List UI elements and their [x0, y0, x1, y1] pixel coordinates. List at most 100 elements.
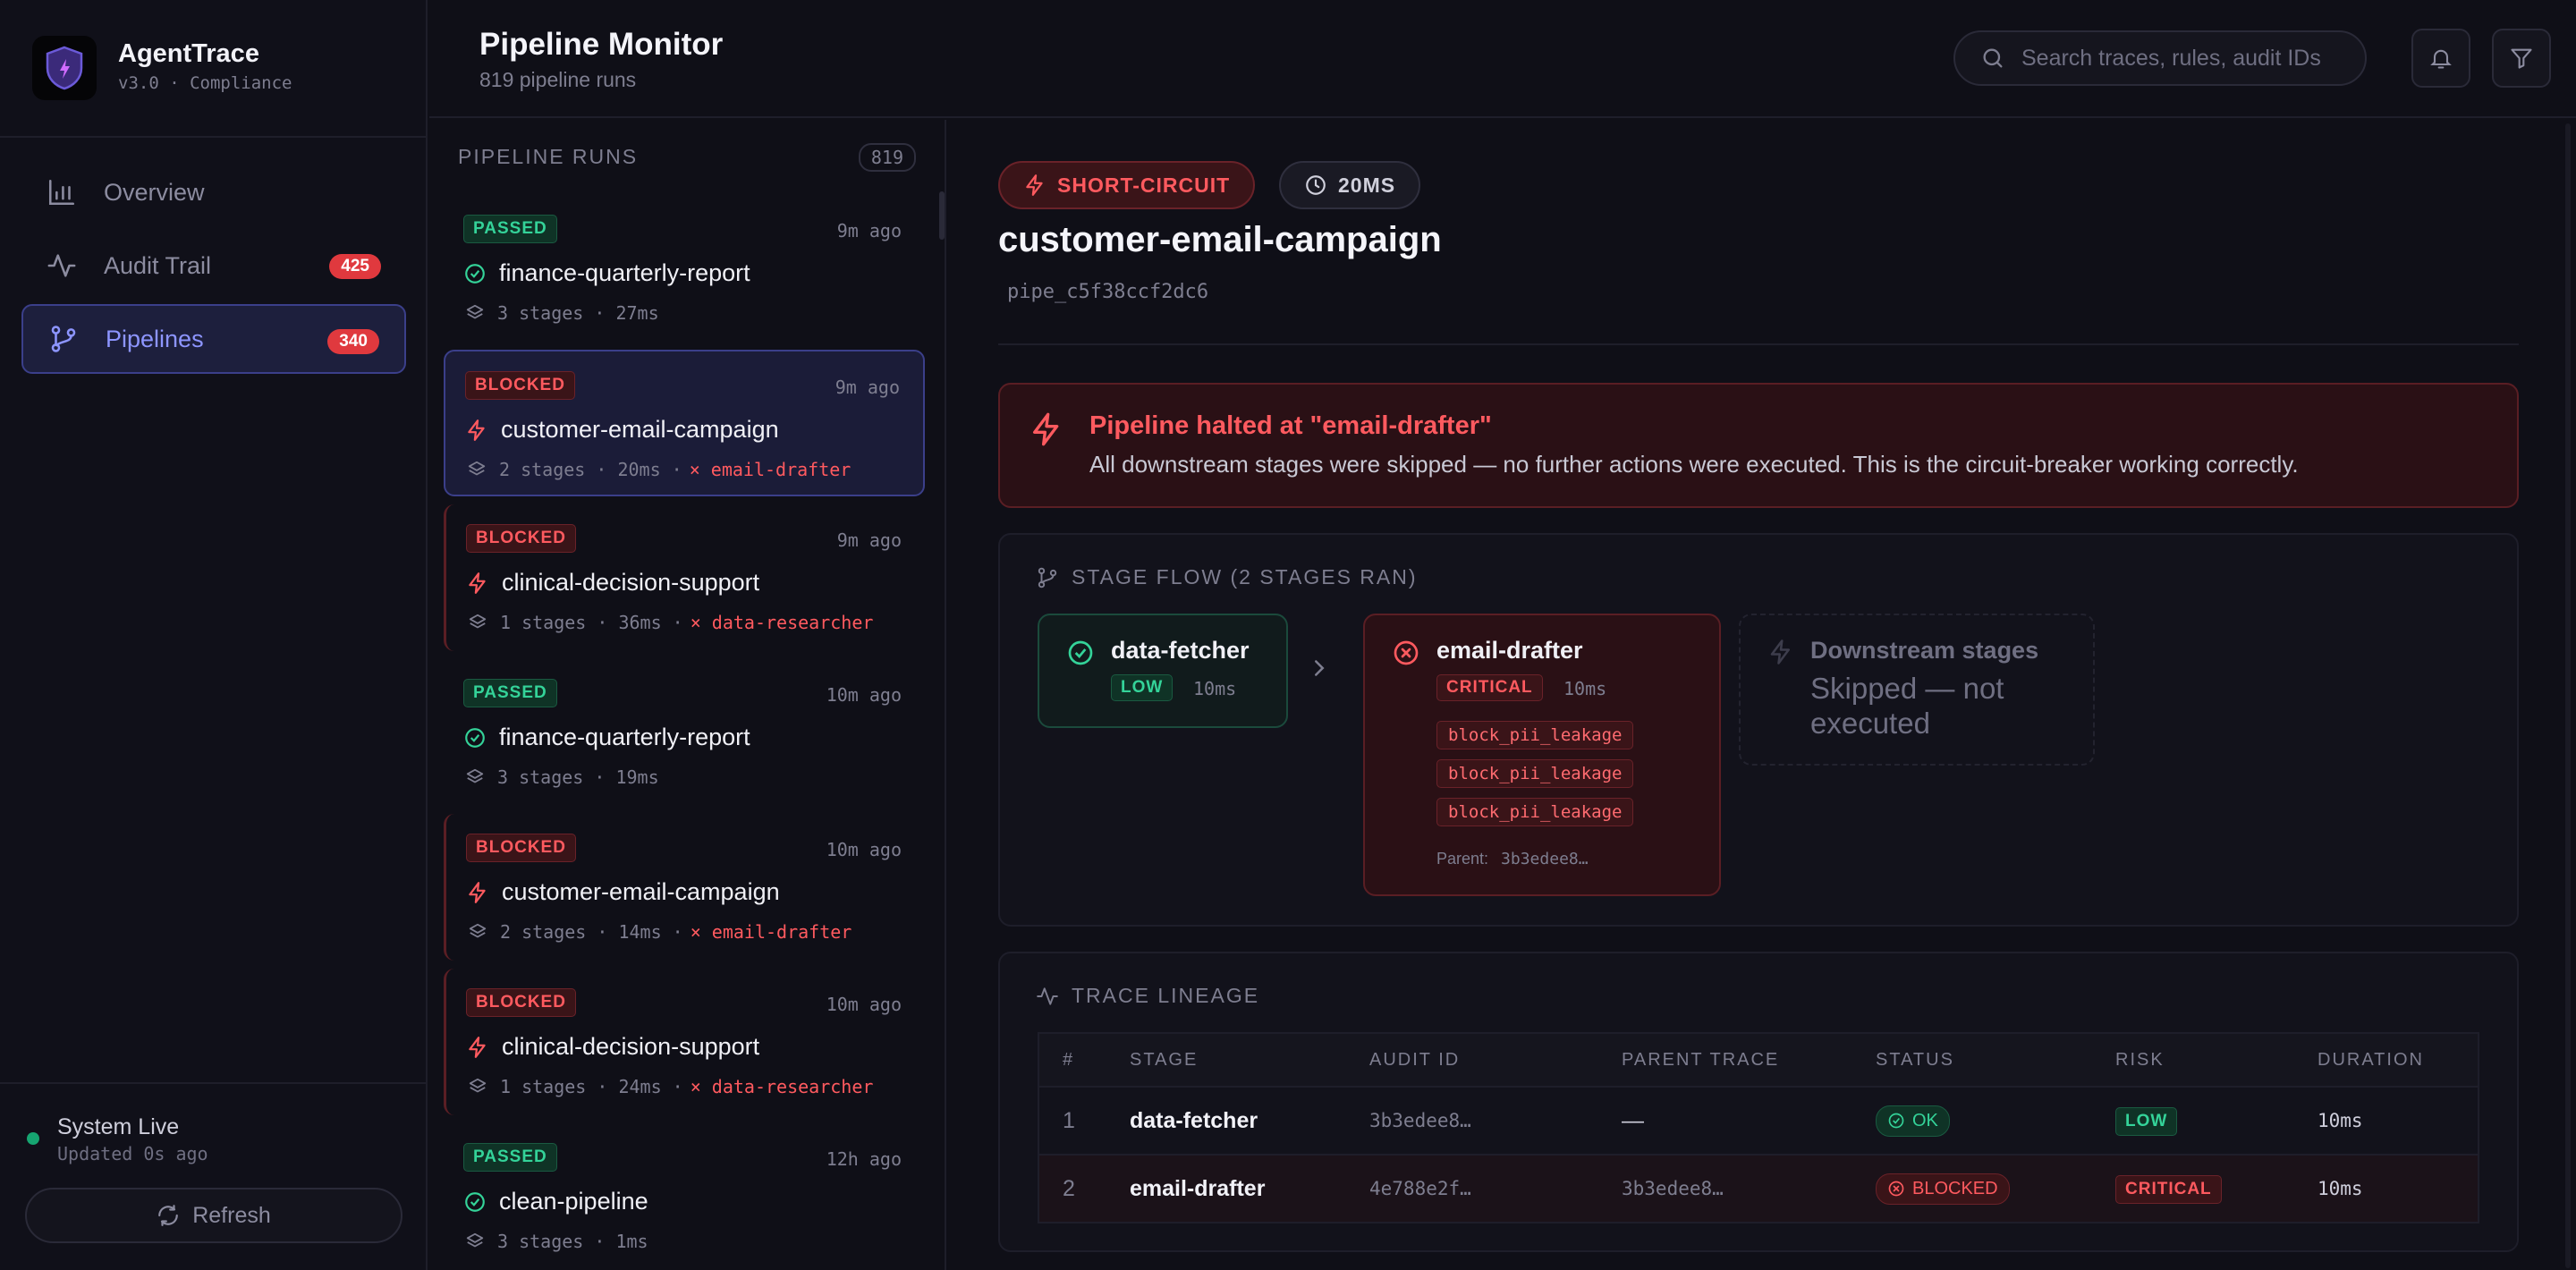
duration-badge: 20MS — [1279, 161, 1421, 209]
short-circuit-badge: SHORT-CIRCUIT — [998, 161, 1256, 209]
layers-icon — [469, 1078, 487, 1093]
column-header: DURATION — [2294, 1033, 2479, 1088]
clock-icon — [1306, 175, 1326, 195]
stage-name: email-drafter — [1436, 637, 1583, 664]
column-header: RISK — [2092, 1033, 2294, 1088]
layers-icon — [469, 614, 487, 629]
audit-trail-count-badge: 425 — [329, 254, 381, 279]
layers-icon — [469, 923, 487, 938]
row-risk: LOW — [2092, 1087, 2294, 1156]
sidebar-item-audit-trail[interactable]: Audit Trail 425 — [21, 231, 406, 301]
row-audit-id: 3b3edee8… — [1346, 1087, 1598, 1156]
status-badge: BLOCKED — [466, 988, 576, 1017]
failed-stage: × data-researcher — [690, 1076, 874, 1097]
sidebar-item-label: Audit Trail — [104, 251, 212, 279]
rule-chip: block_pii_leakage — [1436, 798, 1634, 826]
list-item[interactable]: BLOCKED 10m ago customer-email-campaign … — [444, 814, 925, 961]
column-header: # — [1038, 1033, 1106, 1088]
bell-icon — [2430, 49, 2452, 69]
failed-stage: × email-drafter — [689, 459, 852, 480]
activity-icon — [1037, 986, 1058, 1005]
divider — [998, 343, 2519, 345]
lineage-table: # STAGE AUDIT ID PARENT TRACE STATUS RIS… — [1038, 1032, 2479, 1223]
search-icon — [1983, 48, 2003, 68]
sidebar-item-overview[interactable]: Overview — [21, 157, 406, 227]
list-item[interactable]: BLOCKED 10m ago clinical-decision-suppor… — [444, 969, 925, 1115]
run-name: finance-quarterly-report — [499, 724, 750, 750]
list-item[interactable]: BLOCKED 9m ago clinical-decision-support… — [444, 504, 925, 651]
check-circle-icon — [465, 727, 485, 748]
refresh-icon — [158, 1205, 179, 1226]
status-badge: OK — [1876, 1105, 1950, 1137]
x-circle-icon — [1394, 640, 1419, 665]
live-indicator-dot — [27, 1132, 39, 1145]
system-status-title: System Live — [57, 1114, 180, 1139]
run-time: 12h ago — [826, 1148, 902, 1170]
alert-title: Pipeline halted at "email-drafter" — [1089, 411, 1492, 440]
status-badge: BLOCKED — [1876, 1173, 2010, 1205]
lightning-icon — [1770, 639, 1790, 665]
failed-stage: × email-drafter — [690, 921, 852, 943]
duration-label: 20MS — [1338, 173, 1396, 197]
refresh-label: Refresh — [192, 1202, 271, 1228]
layers-icon — [466, 1232, 484, 1248]
sidebar-nav: Overview Audit Trail 425 Pipelines 340 — [21, 157, 406, 377]
row-parent: 3b3edee8… — [1598, 1155, 1852, 1223]
column-header: STATUS — [1852, 1033, 2092, 1088]
status-badge: BLOCKED — [466, 834, 576, 862]
table-row[interactable]: 1 data-fetcher 3b3edee8… — OK LOW 10ms — [1038, 1087, 2479, 1156]
detail-scrollbar[interactable] — [2565, 123, 2571, 1268]
stage-duration: 10ms — [1563, 678, 1607, 699]
sidebar: AgentTrace v3.0 · Compliance Overview Au… — [0, 0, 428, 1270]
row-number: 2 — [1038, 1155, 1106, 1223]
layers-icon — [466, 304, 484, 319]
list-item[interactable]: PASSED 10m ago finance-quarterly-report … — [444, 659, 925, 806]
stage-flow-panel: STAGE FLOW (2 STAGES RAN) data-fetcher L… — [998, 533, 2519, 927]
run-time: 9m ago — [836, 220, 902, 241]
layers-icon — [468, 461, 486, 476]
row-stage: data-fetcher — [1106, 1087, 1346, 1156]
stage-flow-heading-text: STAGE FLOW (2 STAGES RAN) — [1072, 565, 1418, 588]
sidebar-item-pipelines[interactable]: Pipelines 340 — [21, 304, 406, 374]
lightning-icon — [468, 419, 485, 441]
run-name: clinical-decision-support — [502, 569, 760, 596]
notifications-button[interactable] — [2411, 29, 2470, 88]
runs-scrollbar[interactable] — [939, 191, 945, 240]
lightning-icon — [469, 572, 486, 594]
run-meta: 2 stages · 20ms · — [499, 459, 682, 480]
filter-button[interactable] — [2492, 29, 2551, 88]
refresh-button[interactable]: Refresh — [25, 1188, 402, 1243]
runs-list: PASSED 9m ago finance-quarterly-report 3… — [444, 195, 925, 1270]
sidebar-item-label: Overview — [104, 178, 205, 206]
run-name: customer-email-campaign — [502, 878, 780, 905]
search-input[interactable]: Search traces, rules, audit IDs — [1953, 30, 2367, 86]
risk-badge: LOW — [1111, 674, 1174, 701]
row-duration: 10ms — [2294, 1155, 2479, 1223]
brand: AgentTrace v3.0 · Compliance — [0, 0, 428, 138]
trace-lineage-heading: TRACE LINEAGE — [1036, 984, 1259, 1008]
list-item[interactable]: PASSED 9m ago finance-quarterly-report 3… — [444, 195, 925, 342]
list-item[interactable]: BLOCKED 9m ago customer-email-campaign 2… — [444, 350, 925, 496]
parent-id: 3b3edee8… — [1501, 850, 1589, 868]
app: AgentTrace v3.0 · Compliance Overview Au… — [0, 0, 2576, 1270]
risk-badge: LOW — [2115, 1106, 2178, 1136]
run-time: 10m ago — [826, 839, 902, 860]
stage-card-email-drafter[interactable]: email-drafter CRITICAL 10ms block_pii_le… — [1363, 614, 1721, 896]
check-circle-icon — [465, 263, 485, 284]
run-meta: 3 stages · 27ms — [497, 302, 659, 324]
table-header-row: # STAGE AUDIT ID PARENT TRACE STATUS RIS… — [1038, 1033, 2479, 1088]
table-row[interactable]: 2 email-drafter 4e788e2f… 3b3edee8… BLOC… — [1038, 1155, 2479, 1223]
status-badge: PASSED — [463, 679, 557, 707]
x-circle-icon — [1888, 1181, 1904, 1197]
trace-lineage-panel: TRACE LINEAGE # STAGE AUDIT ID PARENT TR… — [998, 952, 2519, 1252]
git-branch-icon — [1038, 567, 1057, 588]
stage-card-data-fetcher[interactable]: data-fetcher LOW 10ms — [1038, 614, 1288, 728]
status-badge: BLOCKED — [465, 371, 575, 400]
risk-badge: CRITICAL — [2115, 1174, 2222, 1204]
pipeline-title: customer-email-campaign — [998, 220, 1442, 259]
run-meta: 1 stages · 36ms · — [500, 612, 683, 633]
app-name: AgentTrace — [118, 39, 259, 68]
row-stage: email-drafter — [1106, 1155, 1346, 1223]
layers-icon — [466, 768, 484, 783]
list-item[interactable]: PASSED 12h ago clean-pipeline 3 stages ·… — [444, 1123, 925, 1270]
